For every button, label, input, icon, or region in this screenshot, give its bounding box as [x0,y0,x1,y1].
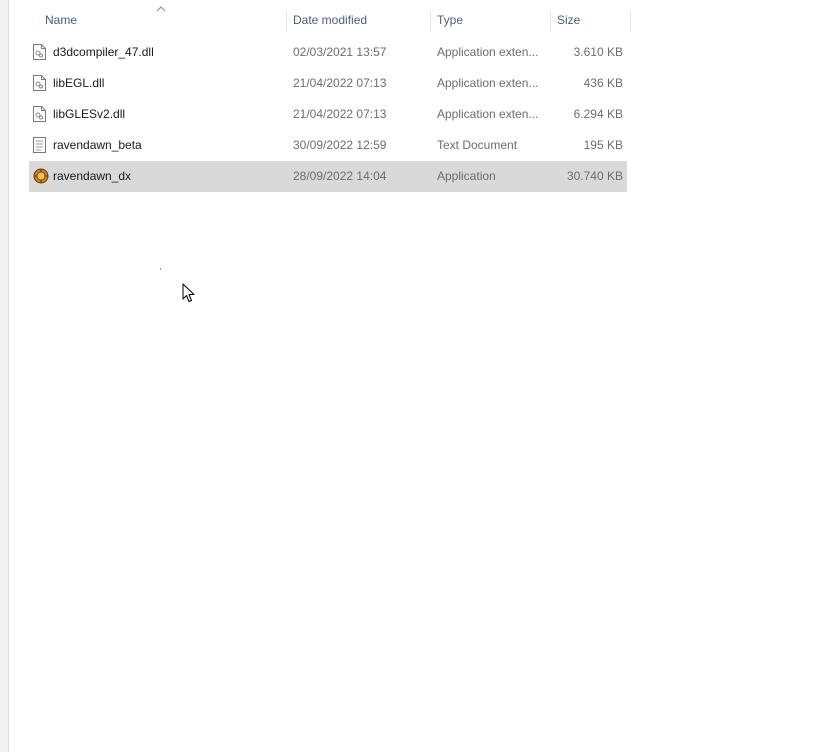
file-size: 3.610 KB [573,45,623,59]
file-name: libEGL.dll [53,76,105,90]
file-row[interactable]: d3dcompiler_47.dll 02/03/2021 13:57 Appl… [29,37,627,68]
column-header-type[interactable]: Type [431,6,551,34]
file-size: 195 KB [583,138,623,152]
file-explorer-pane: Name Date modified Type Size d3dcompiler… [0,0,836,752]
file-name: libGLESv2.dll [53,107,126,121]
file-type: Application [437,169,496,183]
file-date-modified: 02/03/2021 13:57 [293,45,387,59]
application-icon [33,161,49,192]
column-header-row: Name Date modified Type Size [29,6,631,34]
file-size: 6.294 KB [573,107,623,121]
file-size: 30.740 KB [566,169,623,183]
dll-file-icon [33,37,49,68]
text-document-icon [33,130,49,161]
file-name: ravendawn_dx [53,169,132,183]
file-row[interactable]: libEGL.dll 21/04/2022 07:13 Application … [29,68,627,99]
file-type: Text Document [437,138,518,152]
file-date-modified: 30/09/2022 12:59 [293,138,387,152]
stray-pixel [160,268,161,270]
column-divider[interactable] [630,10,631,32]
mouse-pointer-icon [182,283,195,302]
column-header-size[interactable]: Size [551,6,631,34]
file-type: Application exten... [437,107,539,121]
file-type: Application exten... [437,45,539,59]
file-type: Application exten... [437,76,539,90]
file-size: 436 KB [583,76,623,90]
column-header-date-modified[interactable]: Date modified [287,6,431,34]
file-name: d3dcompiler_47.dll [53,45,154,59]
file-row[interactable]: ravendawn_beta 30/09/2022 12:59 Text Doc… [29,130,627,161]
dll-file-icon [33,99,49,130]
file-date-modified: 21/04/2022 07:13 [293,76,387,90]
column-header-name[interactable]: Name [39,6,286,34]
file-name: ravendawn_beta [53,138,142,152]
file-list: d3dcompiler_47.dll 02/03/2021 13:57 Appl… [29,37,627,192]
file-date-modified: 21/04/2022 07:13 [293,107,387,121]
file-row-selected[interactable]: ravendawn_dx 28/09/2022 14:04 Applicatio… [29,161,627,192]
dll-file-icon [33,68,49,99]
file-row[interactable]: libGLESv2.dll 21/04/2022 07:13 Applicati… [29,99,627,130]
navigation-pane-edge[interactable] [0,0,9,752]
file-date-modified: 28/09/2022 14:04 [293,169,387,183]
